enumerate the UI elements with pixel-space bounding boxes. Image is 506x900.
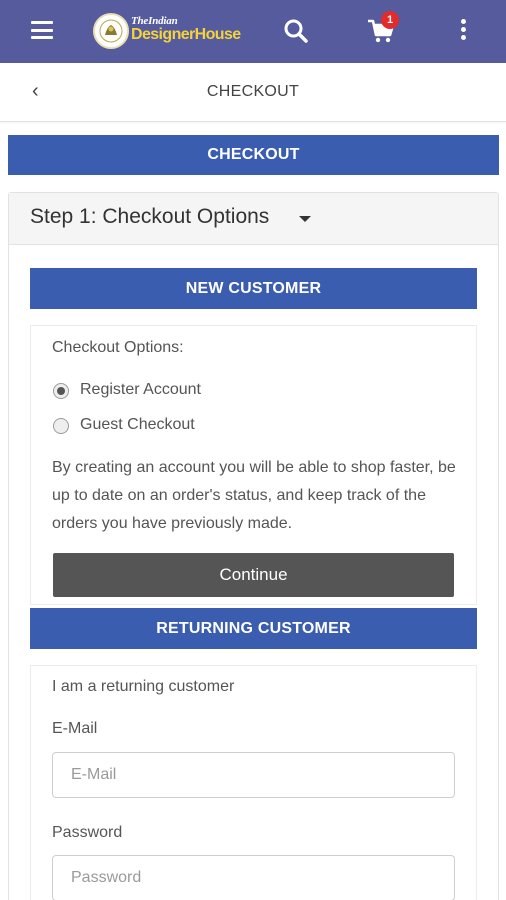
page-title: CHECKOUT xyxy=(206,83,300,100)
password-label: Password xyxy=(52,824,123,841)
menu-icon[interactable] xyxy=(31,21,53,39)
checkout-banner: CHECKOUT xyxy=(8,135,499,175)
search-icon[interactable] xyxy=(282,17,310,45)
app-bar xyxy=(0,0,506,63)
returning-customer-heading: RETURNING CUSTOMER xyxy=(30,608,477,649)
step-title[interactable]: Step 1: Checkout Options xyxy=(30,205,269,229)
more-vertical-icon[interactable] xyxy=(455,18,471,44)
register-account-radio[interactable] xyxy=(53,383,69,399)
logo-emblem-icon xyxy=(93,13,129,49)
guest-checkout-radio[interactable] xyxy=(53,418,69,434)
register-account-label[interactable]: Register Account xyxy=(80,381,201,399)
logo-brand-text: DesignerHouse xyxy=(131,26,241,43)
guest-checkout-label[interactable]: Guest Checkout xyxy=(80,416,195,434)
email-field[interactable] xyxy=(52,752,455,798)
checkout-options-label: Checkout Options: xyxy=(52,339,184,356)
caret-down-icon[interactable] xyxy=(299,216,311,222)
email-label: E-Mail xyxy=(52,720,98,737)
account-benefits-text: By creating an account you will be able … xyxy=(52,459,456,532)
password-field[interactable] xyxy=(52,855,455,900)
logo[interactable]: TheIndian DesignerHouse xyxy=(93,13,243,49)
cart-count-badge: 1 xyxy=(381,11,399,29)
returning-customer-intro: I am a returning customer xyxy=(52,678,235,695)
new-customer-heading: NEW CUSTOMER xyxy=(30,268,477,309)
continue-button[interactable]: Continue xyxy=(53,553,454,597)
